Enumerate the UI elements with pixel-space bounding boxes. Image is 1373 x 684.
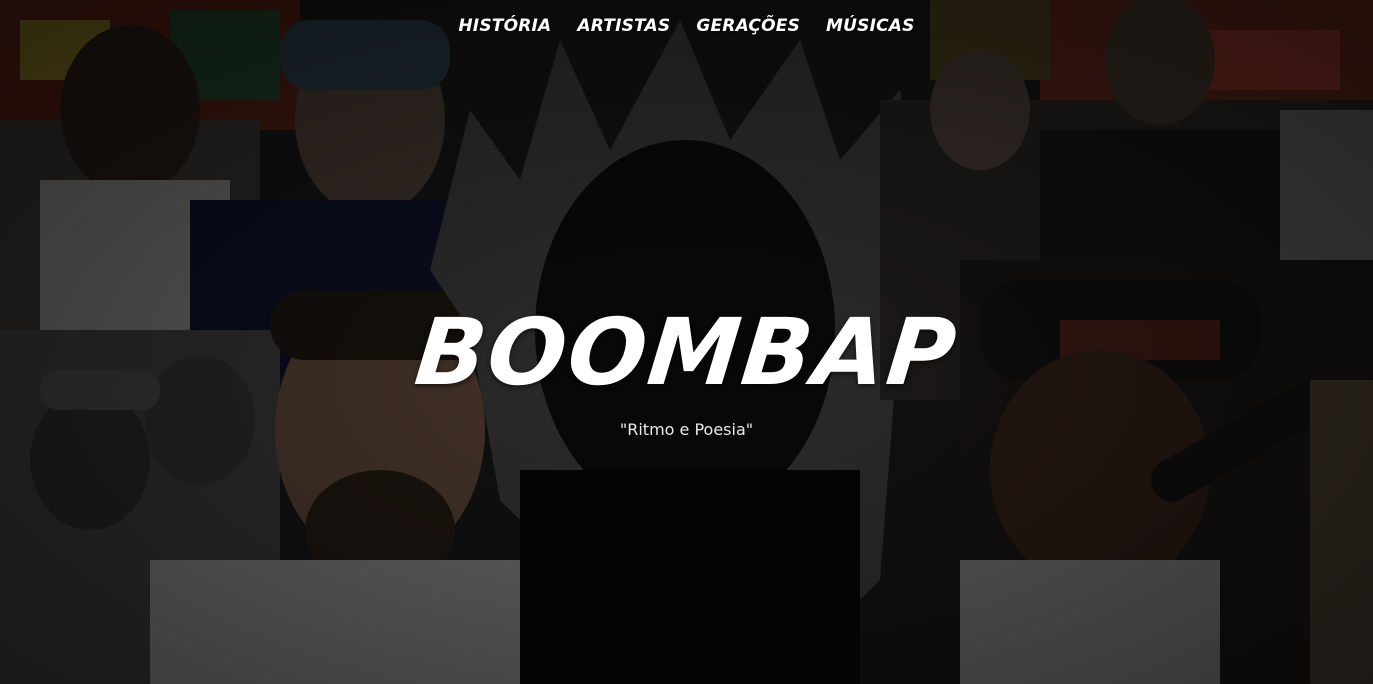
page-title: BOOMBAP bbox=[410, 299, 963, 406]
nav-item-musicas[interactable]: MÚSICAS bbox=[826, 14, 915, 38]
nav-item-artistas[interactable]: ARTISTAS bbox=[577, 14, 670, 38]
hero-title-block: BOOMBAP "Ritmo e Poesia" bbox=[0, 299, 1373, 439]
nav-item-historia[interactable]: HISTÓRIA bbox=[458, 14, 551, 38]
page-subtitle: "Ritmo e Poesia" bbox=[619, 419, 754, 439]
hero-section: HISTÓRIA ARTISTAS GERAÇÕES MÚSICAS BOOMB… bbox=[0, 0, 1373, 684]
nav-item-geracoes[interactable]: GERAÇÕES bbox=[696, 14, 800, 38]
main-nav: HISTÓRIA ARTISTAS GERAÇÕES MÚSICAS bbox=[0, 14, 1373, 38]
